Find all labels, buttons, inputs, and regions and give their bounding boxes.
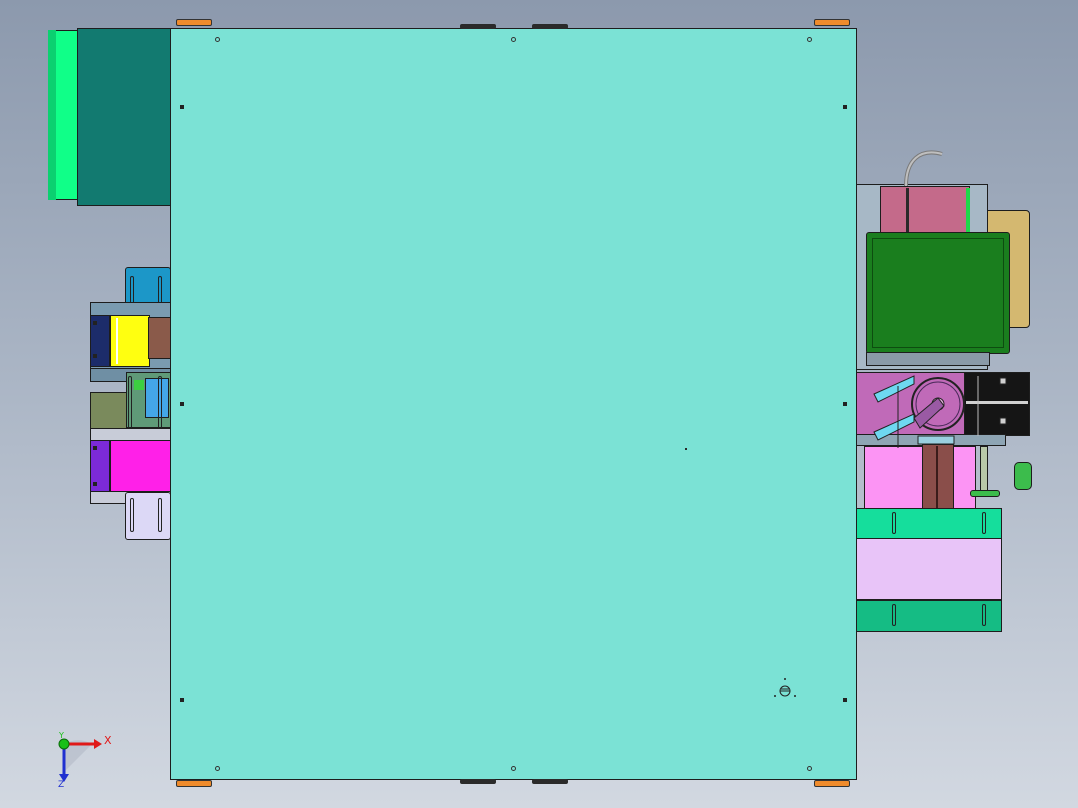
- left-brown-block[interactable]: [148, 317, 172, 359]
- plate-hole: [511, 766, 516, 771]
- left-green-tag: [134, 380, 144, 390]
- triad-x-label: X: [104, 734, 112, 747]
- triad-z-label: Z: [58, 780, 65, 790]
- sensor-green-pod[interactable]: [1014, 462, 1032, 490]
- screw-marker: [93, 446, 97, 450]
- dark-clip[interactable]: [460, 779, 496, 784]
- sensor-stem[interactable]: [980, 446, 988, 494]
- plate-screw: [180, 402, 184, 406]
- mounting-tab[interactable]: [176, 19, 212, 26]
- mounting-tab[interactable]: [176, 780, 212, 787]
- bracket-slot: [158, 498, 162, 532]
- guide-slot: [158, 376, 162, 432]
- plate-screw: [180, 105, 184, 109]
- plate-screw: [843, 698, 847, 702]
- drive-mint-plate[interactable]: [856, 508, 1002, 540]
- mounting-tab[interactable]: [814, 19, 850, 26]
- plate-centre-mark: [685, 448, 687, 450]
- drive-lavender-block[interactable]: [856, 538, 1002, 600]
- left-sky-guide[interactable]: [145, 378, 169, 418]
- dark-clip[interactable]: [532, 24, 568, 29]
- left-white-strip: [116, 318, 118, 364]
- dark-clip[interactable]: [460, 24, 496, 29]
- guide-slot: [128, 376, 132, 432]
- plate-slot: [892, 512, 896, 534]
- plate-slot: [982, 604, 986, 626]
- plate-slot: [982, 512, 986, 534]
- drive-pink-plate[interactable]: [864, 446, 976, 510]
- main-top-plate[interactable]: [170, 28, 857, 780]
- dark-clip[interactable]: [532, 779, 568, 784]
- plate-screw: [180, 698, 184, 702]
- plate-screw: [843, 402, 847, 406]
- screw-marker: [93, 482, 97, 486]
- triad-y-label: Y: [59, 731, 64, 740]
- bracket-slot: [130, 498, 134, 532]
- plate-hole: [215, 37, 220, 42]
- sensor-disk[interactable]: [970, 490, 1000, 497]
- screw-marker: [93, 354, 97, 358]
- plate-screw: [843, 105, 847, 109]
- left-magenta-block[interactable]: [110, 440, 172, 492]
- plate-slot: [892, 604, 896, 626]
- left-cap-edge: [48, 30, 56, 200]
- mounting-tab[interactable]: [814, 780, 850, 787]
- screw-marker: [93, 321, 97, 325]
- plate-hole: [215, 766, 220, 771]
- drive-mint-plate-lower[interactable]: [856, 600, 1002, 632]
- plate-hole: [807, 766, 812, 771]
- plate-hole: [807, 37, 812, 42]
- cad-graphics-viewport[interactable]: X Y Z: [0, 0, 1078, 808]
- left-housing-block[interactable]: [77, 28, 173, 206]
- drive-mechanism-detail: [873, 150, 1007, 448]
- vent-cluster: [774, 678, 796, 697]
- plate-hole: [511, 37, 516, 42]
